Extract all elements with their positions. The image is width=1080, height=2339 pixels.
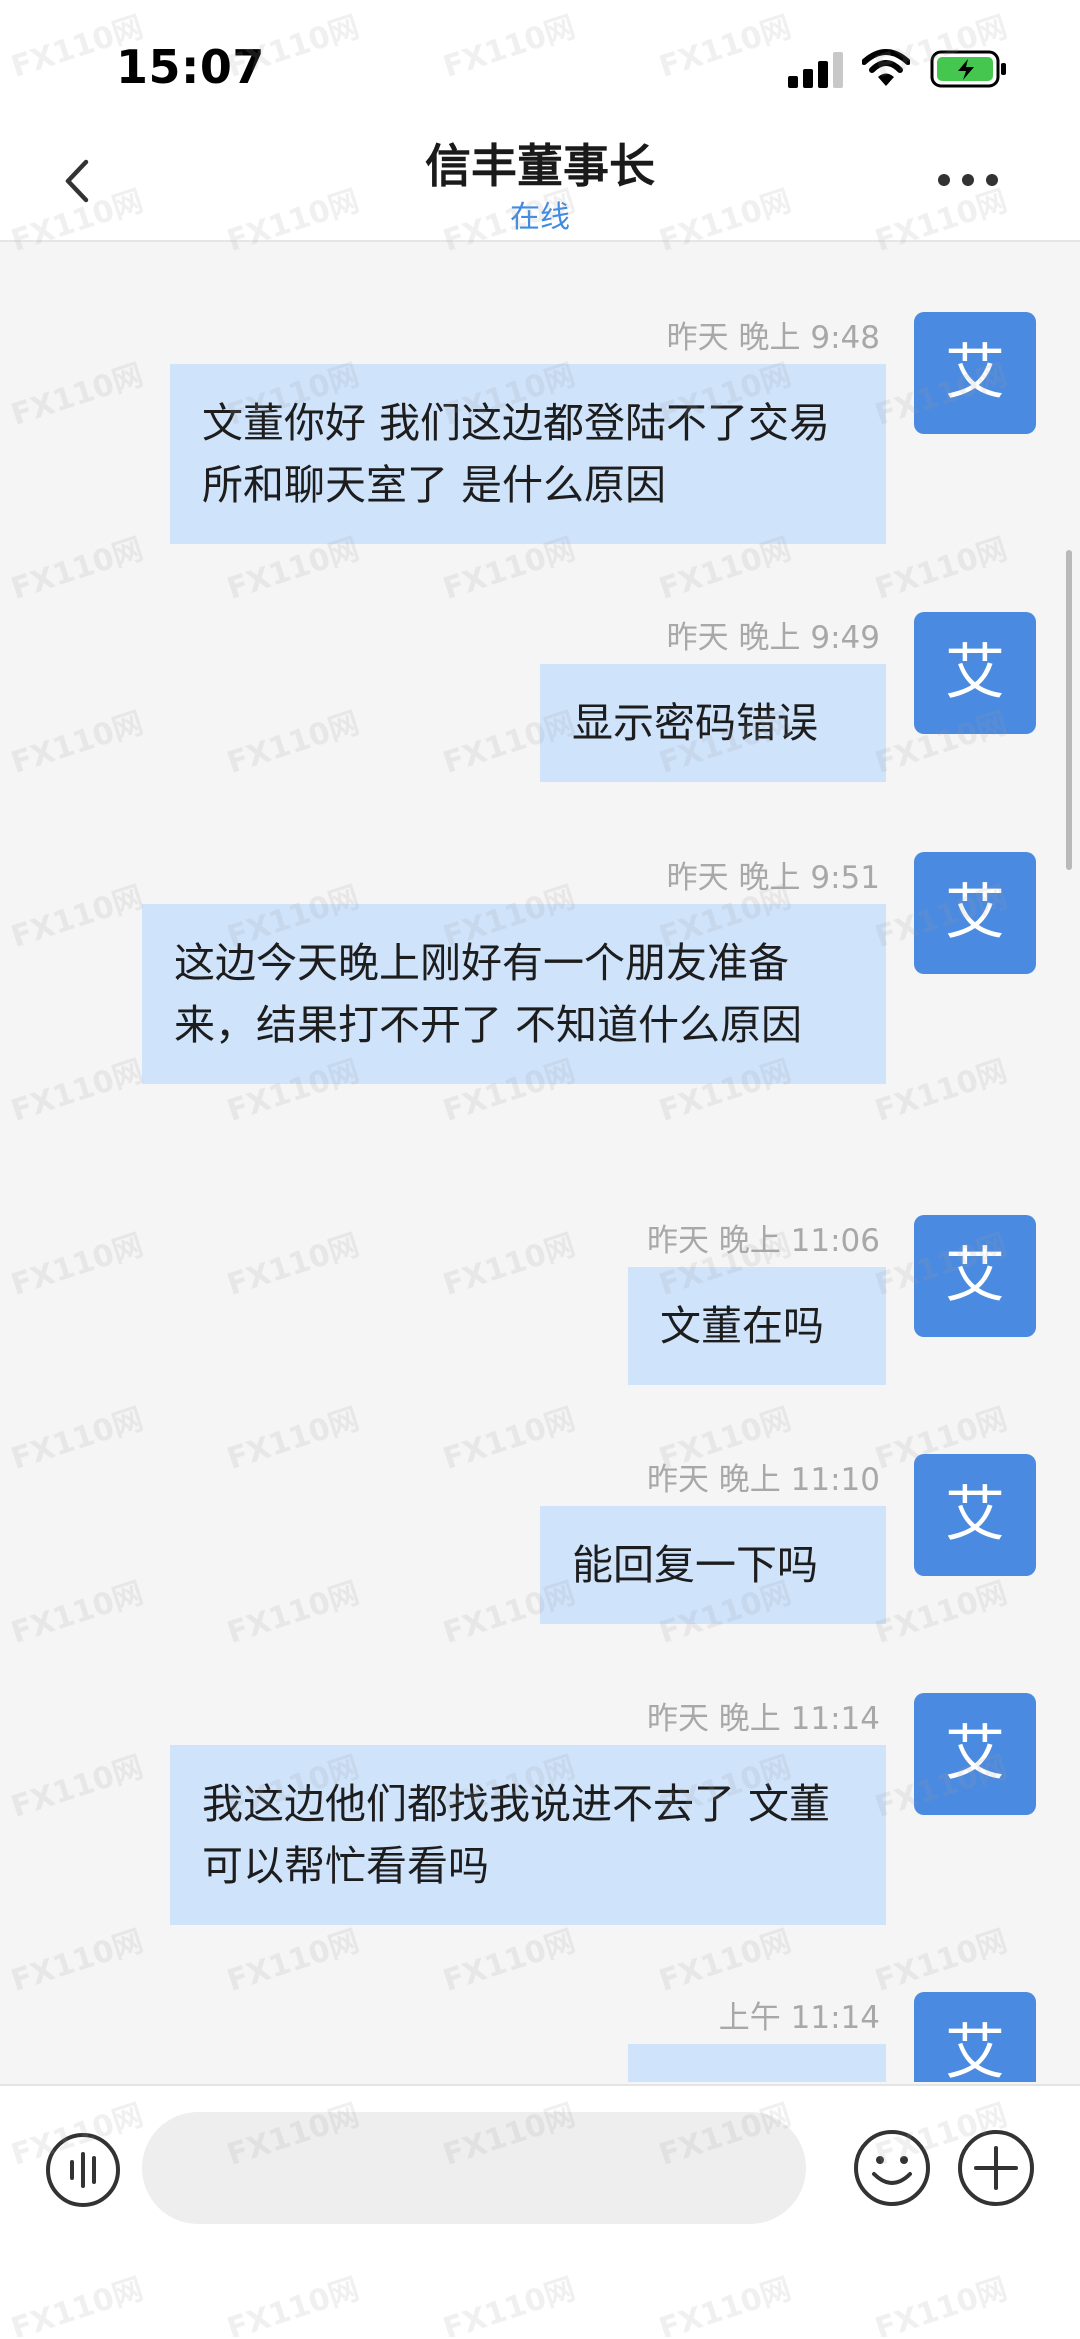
message-bubble[interactable]: 能回复一下吗 [540, 1506, 886, 1624]
voice-input-icon[interactable] [44, 2131, 122, 2209]
status-time: 15:07 [116, 40, 265, 94]
wifi-icon [862, 49, 910, 86]
message-timestamp: 昨天 晚上 9:51 [666, 860, 880, 896]
input-bar [0, 2084, 1080, 2339]
scrollbar[interactable] [1066, 550, 1072, 870]
message-timestamp: 昨天 晚上 11:06 [646, 1223, 880, 1259]
user-avatar[interactable]: 艾 [914, 312, 1036, 434]
message-bubble[interactable]: 文董在吗 [628, 1267, 886, 1385]
user-avatar[interactable]: 艾 [914, 852, 1036, 974]
chat-header: 信丰董事长 在线 [0, 120, 1080, 242]
message-timestamp: 上午 11:14 [718, 2000, 880, 2036]
message-timestamp: 昨天 晚上 11:14 [646, 1701, 880, 1737]
emoji-icon[interactable] [852, 2128, 932, 2208]
user-avatar[interactable]: 艾 [914, 1992, 1036, 2082]
message-timestamp: 昨天 晚上 11:10 [646, 1462, 880, 1498]
message-list[interactable]: 昨天 晚上 9:48 艾 文董你好 我们这边都登陆不了交易所和聊天室了 是什么原… [0, 242, 1080, 2082]
plus-icon[interactable] [956, 2128, 1036, 2208]
online-status: 在线 [510, 200, 570, 235]
message-bubble[interactable]: 显示密码错误 [540, 664, 886, 782]
user-avatar[interactable]: 艾 [914, 612, 1036, 734]
message-bubble[interactable]: 这边今天晚上刚好有一个朋友准备来，结果打不开了 不知道什么原因 [142, 904, 886, 1084]
cellular-signal-icon [788, 52, 843, 88]
user-avatar[interactable]: 艾 [914, 1215, 1036, 1337]
message-bubble[interactable]: 文董在吗 [628, 2044, 886, 2082]
message-bubble[interactable]: 我这边他们都找我说进不去了 文董可以帮忙看看吗 [170, 1745, 886, 1925]
battery-charging-icon [930, 50, 1006, 88]
message-input[interactable] [142, 2112, 806, 2224]
user-avatar[interactable]: 艾 [914, 1454, 1036, 1576]
message-timestamp: 昨天 晚上 9:49 [666, 620, 880, 656]
more-options-icon[interactable] [936, 170, 1000, 190]
message-bubble[interactable]: 文董你好 我们这边都登陆不了交易所和聊天室了 是什么原因 [170, 364, 886, 544]
user-avatar[interactable]: 艾 [914, 1693, 1036, 1815]
message-timestamp: 昨天 晚上 9:48 [666, 320, 880, 356]
status-bar: 15:07 [0, 0, 1080, 120]
chat-title: 信丰董事长 [425, 139, 655, 193]
